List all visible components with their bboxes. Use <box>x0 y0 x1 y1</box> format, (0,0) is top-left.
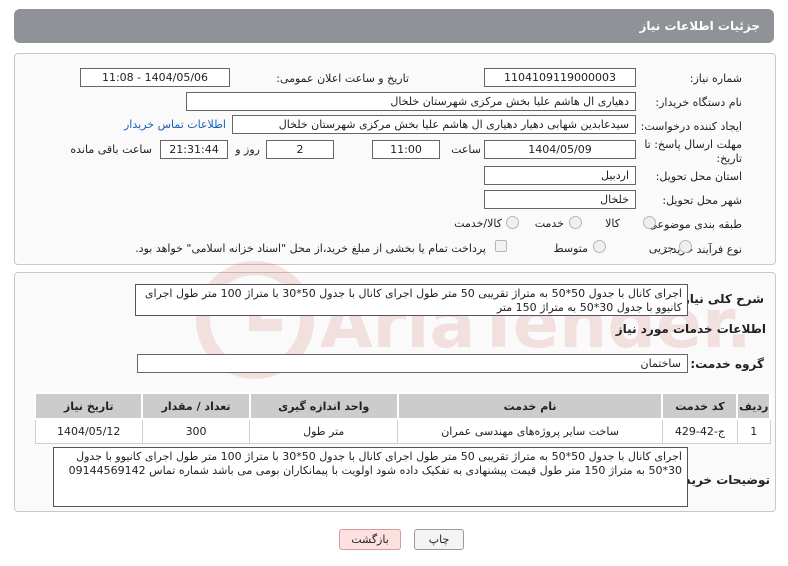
service-group-label: گروه خدمت: <box>690 357 764 371</box>
buyer-notes-textarea: اجرای کانال با جدول 50*50 به متراژ تقریب… <box>53 447 688 507</box>
city-label: شهر محل تحویل: <box>662 194 742 207</box>
table-row: 1 ج-42-429 ساخت سایر پروژه‌های مهندسی عم… <box>34 418 771 444</box>
services-section-title: اطلاعات خدمات مورد نیاز <box>615 322 766 336</box>
city-field: خلخال <box>484 190 636 209</box>
summary-textarea: اجرای کانال با جدول 50*50 به متراژ تقریب… <box>135 284 688 316</box>
col-unit: واحد اندازه گیری <box>248 392 399 420</box>
province-label: استان محل تحویل: <box>655 170 742 183</box>
process-option-minor: جزیی <box>648 242 674 255</box>
page-title: جزئیات اطلاعات نیاز <box>639 19 760 33</box>
print-button[interactable]: چاپ <box>414 529 464 550</box>
table-header-row: ردیف کد خدمت نام خدمت واحد اندازه گیری ت… <box>33 392 771 420</box>
cell-unit: متر طول <box>249 418 399 444</box>
services-table: ردیف کد خدمت نام خدمت واحد اندازه گیری ت… <box>33 392 771 444</box>
days-label: روز و <box>235 143 260 156</box>
cell-need-date: 1404/05/12 <box>34 418 143 444</box>
remaining-time-field: 21:31:44 <box>160 140 228 159</box>
category-radio-service[interactable] <box>569 216 582 229</box>
creator-field: سیدعابدین شهابی دهیار دهیاری ال هاشم علی… <box>232 115 636 134</box>
category-label: طبقه بندی موضوعی: <box>644 218 742 231</box>
page: جزئیات اطلاعات نیاز AriaTender.neT شماره… <box>0 0 788 566</box>
category-radio-goods[interactable] <box>643 216 656 229</box>
header-bar: جزئیات اطلاعات نیاز <box>14 9 774 43</box>
category-option-goods-service: کالا/خدمت <box>454 217 502 230</box>
announce-label: تاریخ و ساعت اعلان عمومی: <box>276 72 409 85</box>
buyer-org-label: نام دستگاه خریدار: <box>655 96 742 109</box>
back-button[interactable]: بازگشت <box>339 529 401 550</box>
treasury-checkbox[interactable] <box>495 240 507 252</box>
process-radio-medium[interactable] <box>593 240 606 253</box>
contact-buyer-link[interactable]: اطلاعات تماس خریدار <box>124 118 226 131</box>
category-option-service: خدمت <box>534 217 564 230</box>
col-row: ردیف <box>736 392 771 420</box>
process-radio-minor[interactable] <box>679 240 692 253</box>
summary-label: شرح کلی نیاز: <box>678 292 764 306</box>
service-group-field: ساختمان <box>137 354 688 373</box>
need-number-label: شماره نیاز: <box>689 72 742 85</box>
cell-service-name: ساخت سایر پروژه‌های مهندسی عمران <box>397 418 663 444</box>
col-quantity: تعداد / مقدار <box>141 392 251 420</box>
col-service-code: کد خدمت <box>661 392 739 420</box>
announce-field: 1404/05/06 - 11:08 <box>80 68 230 87</box>
category-radio-goods-service[interactable] <box>506 216 519 229</box>
creator-label: ایجاد کننده درخواست: <box>640 120 742 133</box>
days-field: 2 <box>266 140 334 159</box>
remaining-time-label: ساعت باقی مانده <box>70 143 152 156</box>
process-label: نوع فرآیند خرید : <box>664 243 742 256</box>
payment-note: پرداخت تمام یا بخشی از مبلغ خرید،از محل … <box>135 242 486 255</box>
deadline-label: مهلت ارسال پاسخ: تا <box>644 138 742 151</box>
province-field: اردبیل <box>484 166 636 185</box>
buyer-org-field: دهیاری ال هاشم علیا بخش مرکزی شهرستان خل… <box>186 92 636 111</box>
process-option-medium: متوسط <box>553 242 588 255</box>
deadline-time-field: 11:00 <box>372 140 440 159</box>
col-service-name: نام خدمت <box>396 392 664 420</box>
cell-service-code: ج-42-429 <box>661 418 738 444</box>
cell-quantity: 300 <box>141 418 251 444</box>
deadline-time-label: ساعت <box>451 143 481 156</box>
category-option-goods: کالا <box>605 217 620 230</box>
col-need-date: تاریخ نیاز <box>33 392 144 420</box>
deadline-date-field: 1404/05/09 <box>484 140 636 159</box>
cell-row: 1 <box>736 418 771 444</box>
need-number-field: 1104109119000003 <box>484 68 636 87</box>
deadline-date-label: تاریخ: <box>716 152 742 165</box>
